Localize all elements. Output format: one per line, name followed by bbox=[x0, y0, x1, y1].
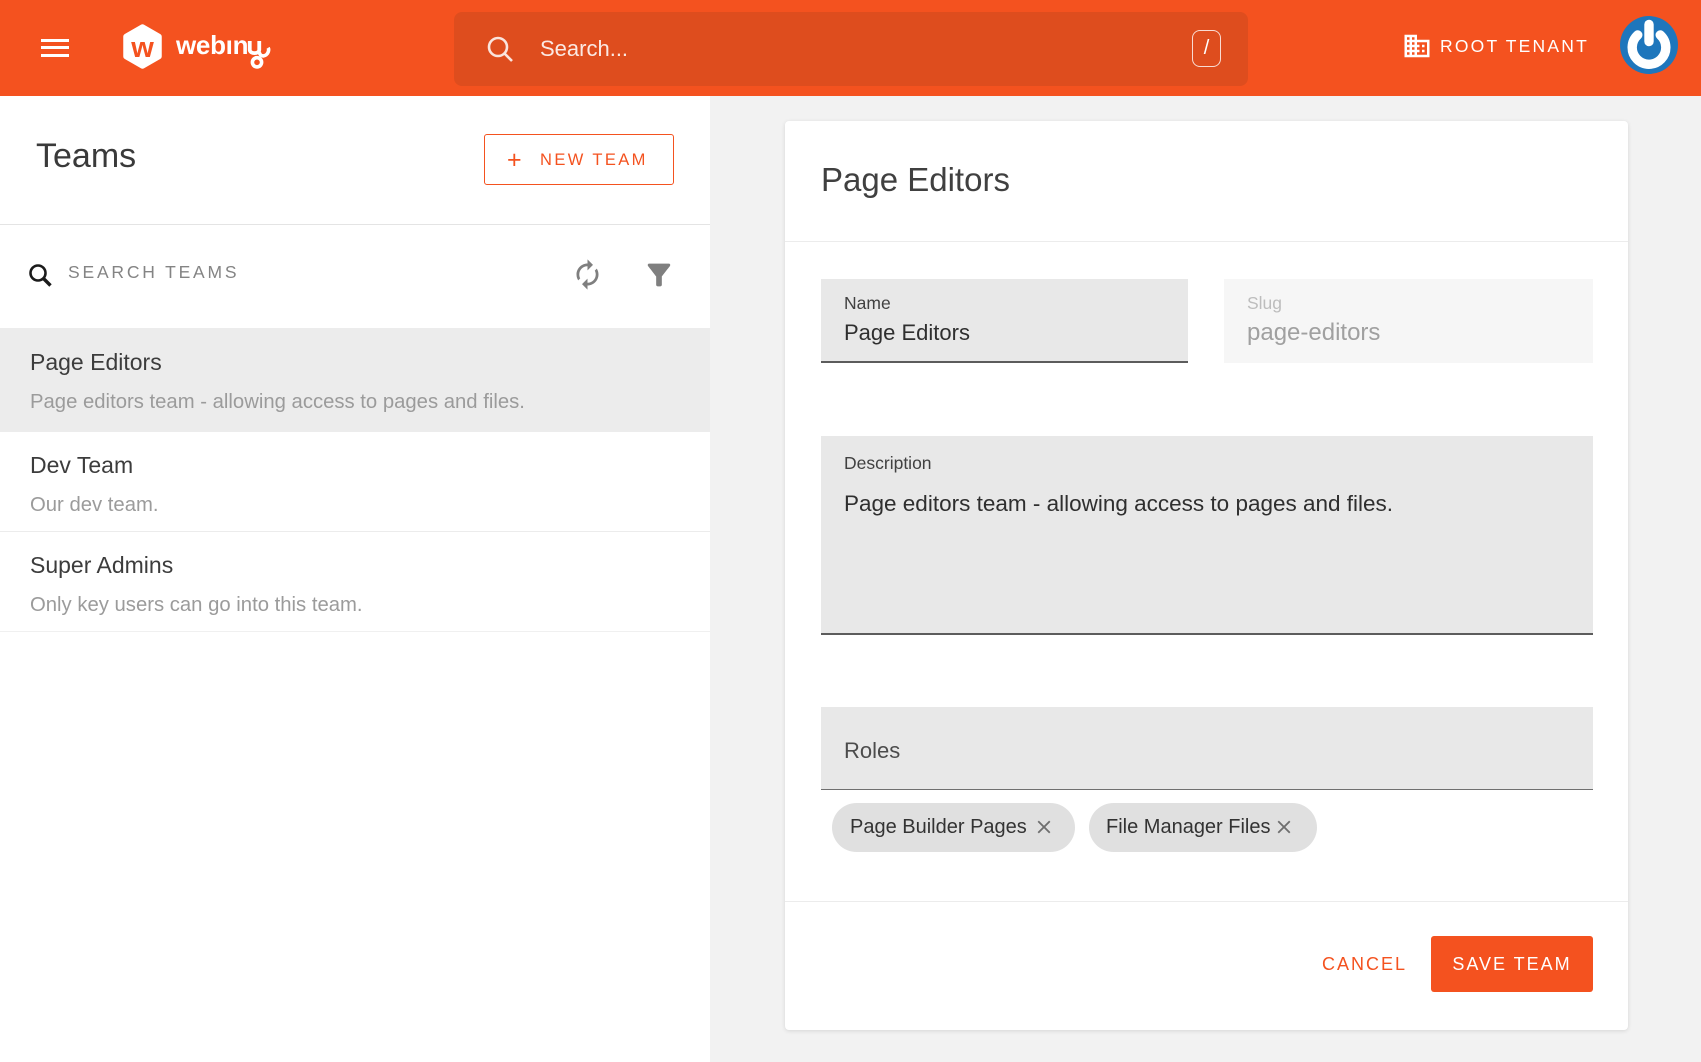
svg-text:w: w bbox=[130, 32, 154, 64]
